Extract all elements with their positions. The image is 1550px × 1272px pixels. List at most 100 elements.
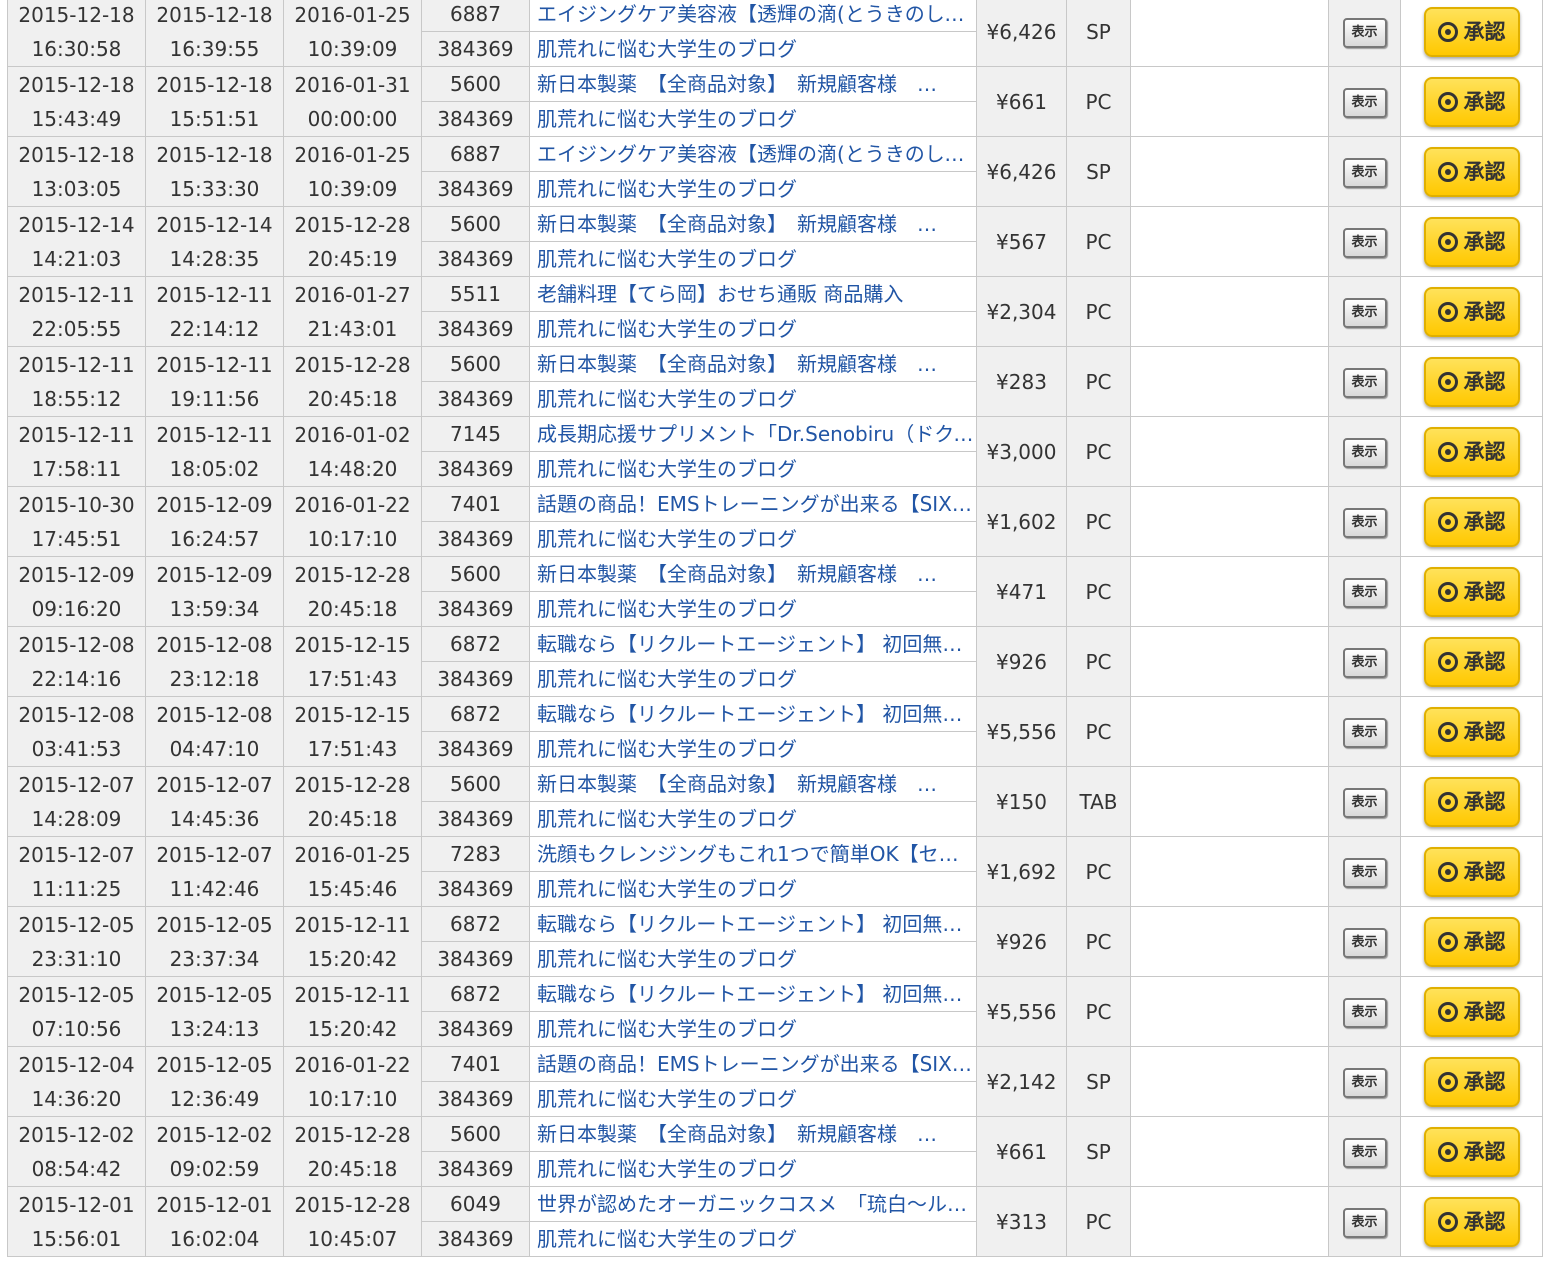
- site-name-link[interactable]: 肌荒れに悩む大学生のブログ: [537, 737, 797, 761]
- approve-button[interactable]: 承認: [1423, 76, 1520, 127]
- approve-button[interactable]: 承認: [1423, 566, 1520, 617]
- program-name-link[interactable]: 新日本製薬 【全商品対象】 新規顧客様 …: [537, 562, 937, 586]
- show-button[interactable]: 表示: [1342, 18, 1387, 48]
- program-name-link[interactable]: エイジングケア美容液【透輝の滴(とうきのしずく)】: [537, 142, 976, 166]
- approve-button[interactable]: 承認: [1423, 916, 1520, 967]
- show-button[interactable]: 表示: [1342, 88, 1387, 118]
- record-icon: [1437, 931, 1458, 952]
- approve-label: 承認: [1463, 159, 1506, 184]
- program-name-link[interactable]: 洗顔もクレンジングもこれ1つで簡単OK【セラミド洗顔】: [537, 842, 976, 866]
- site-name-link[interactable]: 肌荒れに悩む大学生のブログ: [537, 877, 797, 901]
- program-name-link[interactable]: 新日本製薬 【全商品対象】 新規顧客様 …: [537, 72, 937, 96]
- program-name-link[interactable]: 転職なら【リクルートエージェント】 初回無料面談: [537, 912, 976, 936]
- show-button[interactable]: 表示: [1342, 158, 1387, 188]
- approve-label: 承認: [1463, 369, 1506, 394]
- device-type: PC: [1066, 416, 1131, 487]
- site-name-link[interactable]: 肌荒れに悩む大学生のブログ: [537, 1017, 797, 1041]
- approve-button[interactable]: 承認: [1423, 1196, 1520, 1247]
- program-name-link[interactable]: 新日本製薬 【全商品対象】 新規顧客様 …: [537, 212, 937, 236]
- site-name-link[interactable]: 肌荒れに悩む大学生のブログ: [537, 807, 797, 831]
- program-name-link[interactable]: 老舗料理【てら岡】おせち通販 商品購入: [537, 282, 903, 306]
- note-cell: [1130, 906, 1329, 977]
- device-type: SP: [1066, 1046, 1131, 1117]
- decide-datetime: 2016-01-22 10:17:10: [283, 1046, 422, 1117]
- reward-amount: ¥6,426: [976, 136, 1067, 207]
- program-id: 6887: [421, 0, 530, 32]
- approve-button[interactable]: 承認: [1423, 1126, 1520, 1177]
- program-name-link[interactable]: 話題の商品！EMSトレーニングが出来る【SIXPAD】: [537, 492, 976, 516]
- program-name-link[interactable]: 新日本製薬 【全商品対象】 新規顧客様 …: [537, 772, 937, 796]
- order-datetime-time: 12:36:49: [169, 1086, 260, 1111]
- site-name-link[interactable]: 肌荒れに悩む大学生のブログ: [537, 317, 797, 341]
- program-name-link[interactable]: エイジングケア美容液【透輝の滴(とうきのしずく)】: [537, 2, 976, 26]
- site-name-link[interactable]: 肌荒れに悩む大学生のブログ: [537, 387, 797, 411]
- click-datetime-time: 11:11:25: [31, 876, 122, 901]
- approve-button[interactable]: 承認: [1423, 1056, 1520, 1107]
- approve-button[interactable]: 承認: [1423, 356, 1520, 407]
- program-name-link[interactable]: 転職なら【リクルートエージェント】 初回無料面談: [537, 632, 976, 656]
- program-name-link[interactable]: 転職なら【リクルートエージェント】 初回無料面談: [537, 982, 976, 1006]
- program-name-link[interactable]: 新日本製薬 【全商品対象】 新規顧客様 …: [537, 1122, 937, 1146]
- approve-button[interactable]: 承認: [1423, 426, 1520, 477]
- show-button[interactable]: 表示: [1342, 1068, 1387, 1098]
- show-button[interactable]: 表示: [1342, 1138, 1387, 1168]
- click-datetime: 2015-12-11 17:58:11: [7, 416, 146, 487]
- site-name-link[interactable]: 肌荒れに悩む大学生のブログ: [537, 1157, 797, 1181]
- decide-datetime-time: 17:51:43: [307, 736, 398, 761]
- program-name-cell: 新日本製薬 【全商品対象】 新規顧客様 …: [529, 66, 977, 102]
- program-name-link[interactable]: 成長期応援サプリメント「Dr.Senobiru（ドクターセノビル）」: [537, 422, 976, 446]
- decide-datetime: 2015-12-28 20:45:18: [283, 1116, 422, 1187]
- approve-button[interactable]: 承認: [1423, 496, 1520, 547]
- approve-button[interactable]: 承認: [1423, 286, 1520, 337]
- approve-button[interactable]: 承認: [1423, 986, 1520, 1037]
- site-name-link[interactable]: 肌荒れに悩む大学生のブログ: [537, 457, 797, 481]
- show-button[interactable]: 表示: [1342, 858, 1387, 888]
- program-id: 7401: [421, 486, 530, 522]
- site-name-link[interactable]: 肌荒れに悩む大学生のブログ: [537, 1227, 797, 1251]
- click-datetime-time: 14:36:20: [31, 1086, 122, 1111]
- site-name-link[interactable]: 肌荒れに悩む大学生のブログ: [537, 107, 797, 131]
- approve-button[interactable]: 承認: [1423, 216, 1520, 267]
- order-datetime-date: 2015-12-05: [156, 912, 273, 937]
- approve-cell: 承認: [1400, 556, 1543, 627]
- site-name-link[interactable]: 肌荒れに悩む大学生のブログ: [537, 947, 797, 971]
- show-button[interactable]: 表示: [1342, 1208, 1387, 1238]
- show-button[interactable]: 表示: [1342, 368, 1387, 398]
- order-datetime-time: 11:42:46: [169, 876, 260, 901]
- table-row: 2015-12-11 18:55:12 2015-12-11 19:11:56 2015…: [7, 346, 1543, 417]
- show-button[interactable]: 表示: [1342, 788, 1387, 818]
- approve-button[interactable]: 承認: [1423, 6, 1520, 57]
- site-name-link[interactable]: 肌荒れに悩む大学生のブログ: [537, 247, 797, 271]
- program-name-link[interactable]: 新日本製薬 【全商品対象】 新規顧客様 …: [537, 352, 937, 376]
- show-button[interactable]: 表示: [1342, 578, 1387, 608]
- show-button[interactable]: 表示: [1342, 508, 1387, 538]
- approve-button[interactable]: 承認: [1423, 776, 1520, 827]
- program-name-link[interactable]: 世界が認めたオーガニックコスメ 「琉白〜ルハク〜」: [537, 1192, 976, 1216]
- show-button[interactable]: 表示: [1342, 928, 1387, 958]
- click-datetime-date: 2015-10-30: [18, 492, 135, 517]
- show-button[interactable]: 表示: [1342, 438, 1387, 468]
- show-button[interactable]: 表示: [1342, 718, 1387, 748]
- approve-label: 承認: [1463, 1209, 1506, 1234]
- program-name-link[interactable]: 転職なら【リクルートエージェント】 初回無料面談: [537, 702, 976, 726]
- show-button[interactable]: 表示: [1342, 298, 1387, 328]
- approve-button[interactable]: 承認: [1423, 846, 1520, 897]
- program-name-link[interactable]: 話題の商品！EMSトレーニングが出来る【SIXPAD】: [537, 1052, 976, 1076]
- site-name-link[interactable]: 肌荒れに悩む大学生のブログ: [537, 1087, 797, 1111]
- site-name-link[interactable]: 肌荒れに悩む大学生のブログ: [537, 177, 797, 201]
- note-cell: [1130, 136, 1329, 207]
- decide-datetime-date: 2015-12-15: [294, 702, 411, 727]
- approve-button[interactable]: 承認: [1423, 146, 1520, 197]
- site-name-link[interactable]: 肌荒れに悩む大学生のブログ: [537, 667, 797, 691]
- approve-button[interactable]: 承認: [1423, 636, 1520, 687]
- show-button[interactable]: 表示: [1342, 998, 1387, 1028]
- site-name-link[interactable]: 肌荒れに悩む大学生のブログ: [537, 527, 797, 551]
- site-name-link[interactable]: 肌荒れに悩む大学生のブログ: [537, 597, 797, 621]
- show-button[interactable]: 表示: [1342, 648, 1387, 678]
- click-datetime-time: 18:55:12: [31, 386, 122, 411]
- approve-button[interactable]: 承認: [1423, 706, 1520, 757]
- order-datetime-time: 16:24:57: [169, 526, 260, 551]
- site-name-link[interactable]: 肌荒れに悩む大学生のブログ: [537, 37, 797, 61]
- record-icon: [1437, 91, 1458, 112]
- show-button[interactable]: 表示: [1342, 228, 1387, 258]
